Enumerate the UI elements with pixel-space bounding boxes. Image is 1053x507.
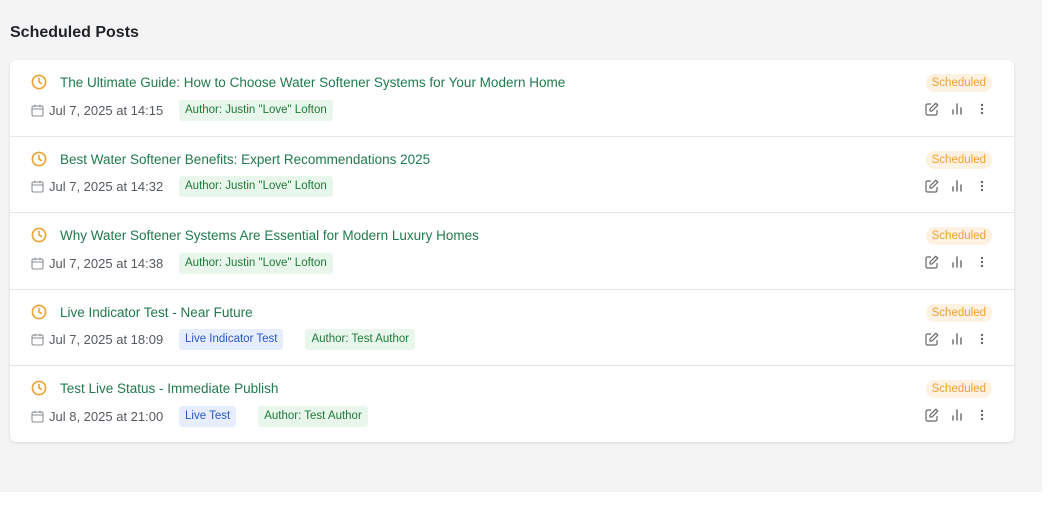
post-meta: Jul 7, 2025 at 14:15 Author: Justin "Lov… [31, 98, 355, 122]
clock-icon [31, 74, 47, 90]
status-badge: Scheduled [925, 380, 992, 398]
status-badge: Scheduled [925, 303, 992, 322]
list-item[interactable]: Best Water Softener Benefits: Expert Rec… [10, 137, 1014, 213]
row-actions [915, 100, 990, 118]
calendar-icon [31, 104, 44, 117]
post-date: Jul 7, 2025 at 14:15 [49, 102, 164, 118]
more-options-icon[interactable] [974, 406, 990, 424]
analytics-icon[interactable] [949, 330, 965, 348]
analytics-icon[interactable] [949, 100, 965, 118]
clock-icon [31, 380, 47, 396]
post-date: Jul 8, 2025 at 21:00 [49, 408, 164, 424]
list-item[interactable]: Why Water Softener Systems Are Essential… [10, 213, 1014, 290]
post-date: Jul 7, 2025 at 14:32 [49, 179, 164, 194]
edit-icon[interactable] [924, 100, 940, 118]
edit-icon[interactable] [924, 406, 940, 424]
post-title[interactable]: Test Live Status - Immediate Publish [60, 381, 278, 396]
post-meta: Jul 7, 2025 at 14:32 Author: Justin "Lov… [31, 175, 355, 199]
row-actions [915, 406, 990, 424]
author-tag: Author: Justin "Love" Lofton [179, 176, 333, 197]
analytics-icon[interactable] [949, 406, 965, 424]
list-item[interactable]: The Ultimate Guide: How to Choose Water … [10, 60, 1014, 137]
more-options-icon[interactable] [974, 330, 990, 348]
post-date: Jul 7, 2025 at 14:38 [49, 255, 164, 271]
clock-icon [31, 304, 47, 320]
author-tag: Author: Justin "Love" Lofton [179, 252, 333, 274]
more-options-icon[interactable] [974, 253, 990, 271]
post-title[interactable]: Live Indicator Test - Near Future [60, 305, 253, 320]
posts-list: The Ultimate Guide: How to Choose Water … [10, 60, 1014, 442]
post-title[interactable]: Best Water Softener Benefits: Expert Rec… [60, 152, 430, 167]
clock-icon [31, 227, 47, 243]
more-options-icon[interactable] [974, 100, 990, 118]
post-meta: Jul 8, 2025 at 21:00 Live Test Author: T… [31, 404, 390, 428]
row-actions [915, 177, 990, 195]
post-meta: Jul 7, 2025 at 14:38 Author: Justin "Lov… [31, 251, 355, 275]
calendar-icon [31, 410, 44, 423]
more-options-icon[interactable] [974, 177, 990, 195]
page-title: Scheduled Posts [10, 24, 139, 41]
status-badge: Scheduled [925, 227, 992, 245]
edit-icon[interactable] [924, 177, 940, 195]
edit-icon[interactable] [924, 330, 940, 348]
author-tag: Author: Test Author [305, 329, 416, 350]
post-title[interactable]: Why Water Softener Systems Are Essential… [60, 228, 479, 243]
clock-icon [31, 151, 47, 167]
edit-icon[interactable] [924, 253, 940, 271]
calendar-icon [31, 180, 44, 193]
scheduled-posts-panel: Scheduled Posts The Ultimate Guide: How … [0, 0, 1042, 492]
analytics-icon[interactable] [949, 177, 965, 195]
author-tag: Author: Justin "Love" Lofton [179, 99, 333, 121]
list-item[interactable]: Test Live Status - Immediate Publish Sch… [10, 366, 1014, 442]
row-actions [915, 253, 990, 271]
post-meta: Jul 7, 2025 at 18:09 Live Indicator Test… [31, 328, 437, 352]
post-title[interactable]: The Ultimate Guide: How to Choose Water … [60, 75, 565, 90]
author-tag: Author: Test Author [258, 405, 368, 427]
calendar-icon [31, 257, 44, 270]
row-actions [915, 330, 990, 348]
status-badge: Scheduled [925, 74, 992, 92]
category-tag: Live Test [179, 405, 237, 427]
analytics-icon[interactable] [949, 253, 965, 271]
calendar-icon [31, 333, 44, 346]
category-tag: Live Indicator Test [179, 329, 284, 350]
list-item[interactable]: Live Indicator Test - Near Future Schedu… [10, 290, 1014, 366]
status-badge: Scheduled [925, 150, 992, 169]
post-date: Jul 7, 2025 at 18:09 [49, 332, 164, 347]
